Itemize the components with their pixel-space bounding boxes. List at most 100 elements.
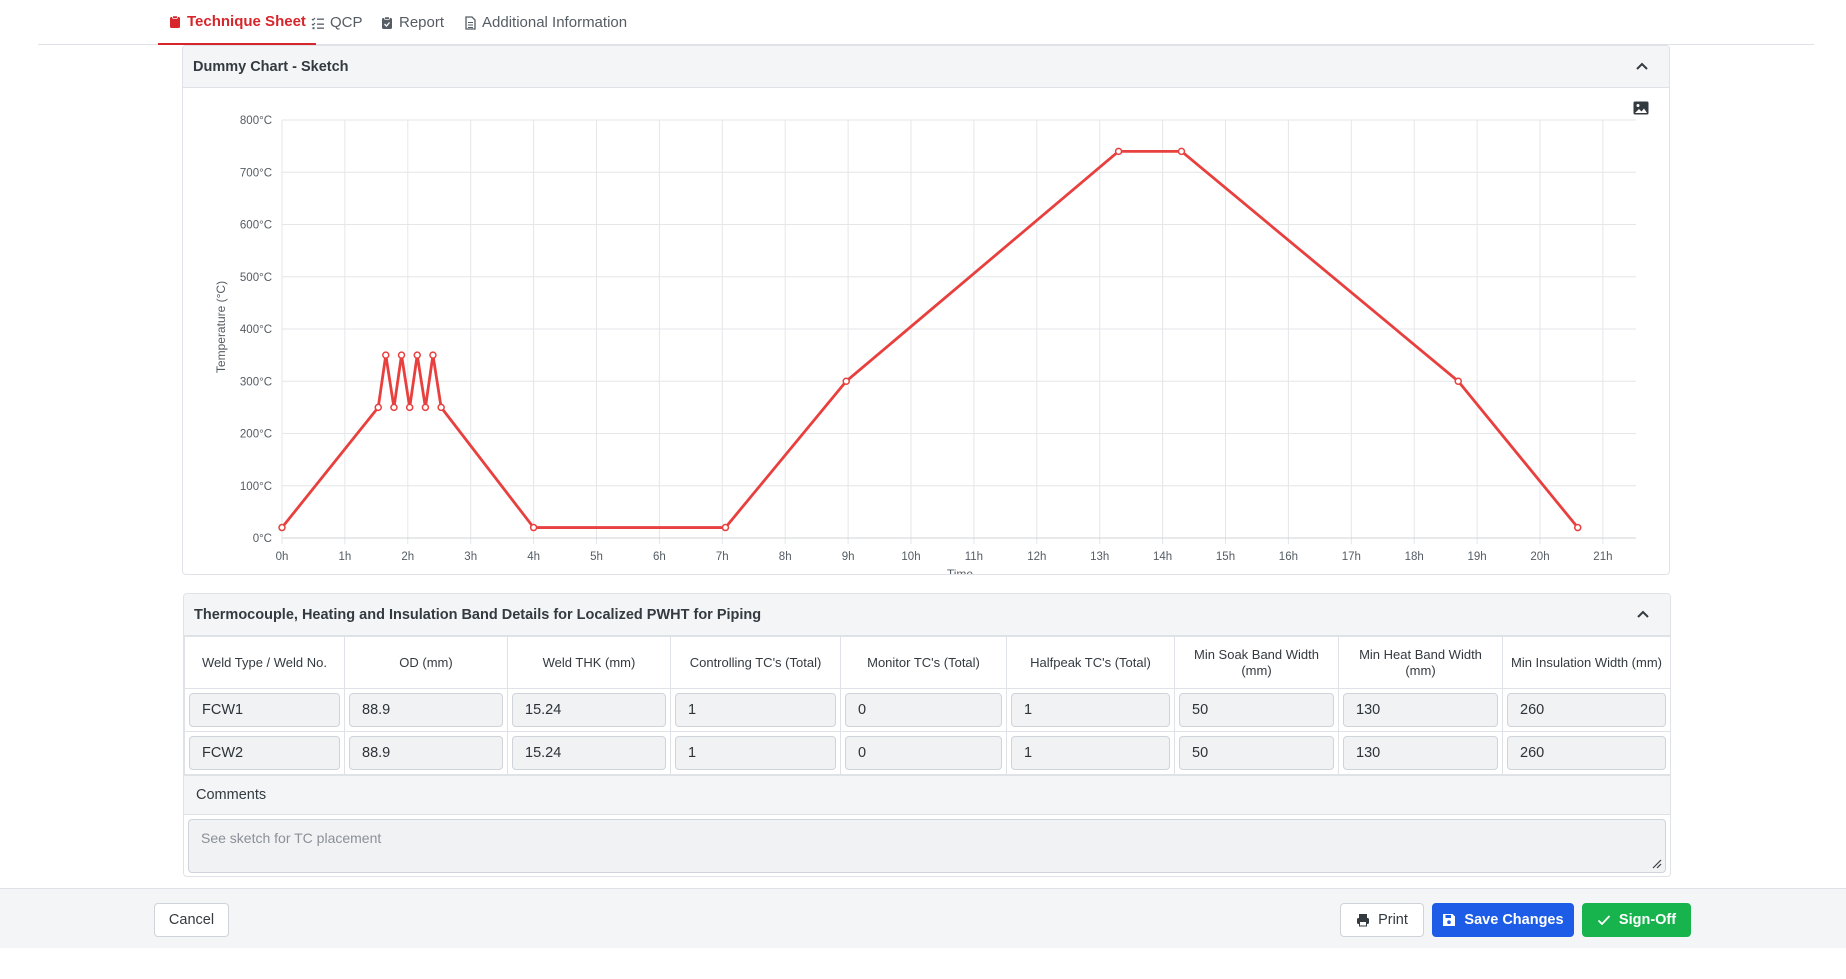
y-tick-label: 800°C bbox=[240, 115, 272, 127]
data-point bbox=[842, 377, 850, 385]
tab-label: Report bbox=[399, 14, 445, 31]
save-changes-button[interactable]: Save Changes bbox=[1432, 903, 1574, 937]
column-header: Min Soak Band Width (mm) bbox=[1174, 636, 1339, 689]
temperature-chart: 0°C 100°C 200°C 300°C 400°C 500°C 600°C 700°C 80… bbox=[214, 115, 1636, 574]
cancel-button[interactable]: Cancel bbox=[154, 903, 229, 937]
x-tick-label: 10h bbox=[901, 551, 920, 563]
comments-label: Comments bbox=[184, 775, 1670, 815]
x-tick-label: 18h bbox=[1405, 551, 1424, 563]
clipboard-check-icon bbox=[382, 15, 392, 29]
x-tick-label: 9h bbox=[842, 551, 855, 563]
x-tick-label: 5h bbox=[590, 551, 603, 563]
data-point bbox=[382, 351, 390, 359]
band-details-title: Thermocouple, Heating and Insulation Ban… bbox=[194, 606, 762, 623]
x-tick-label: 15h bbox=[1216, 551, 1235, 563]
insulation-width-input[interactable] bbox=[1507, 736, 1666, 770]
temperature-series-line bbox=[280, 149, 1579, 529]
band-details-header[interactable]: Thermocouple, Heating and Insulation Ban… bbox=[184, 594, 1670, 636]
column-header: Min Heat Band Width (mm) bbox=[1338, 636, 1503, 689]
table-header-row: Weld Type / Weld No. OD (mm) Weld THK (m… bbox=[184, 636, 1670, 689]
sign-off-button[interactable]: Sign-Off bbox=[1582, 903, 1691, 937]
comments-placeholder: See sketch for TC placement bbox=[201, 830, 382, 846]
chevron-up-icon[interactable] bbox=[1634, 606, 1652, 624]
od-input[interactable] bbox=[349, 693, 503, 727]
soak-band-input[interactable] bbox=[1179, 693, 1334, 727]
save-icon bbox=[1443, 914, 1456, 926]
chevron-up-icon[interactable] bbox=[1633, 58, 1651, 76]
x-tick-label: 2h bbox=[401, 551, 414, 563]
chart-card-title: Dummy Chart - Sketch bbox=[193, 58, 349, 75]
x-tick-label: 20h bbox=[1530, 551, 1549, 563]
x-tick-label: 7h bbox=[716, 551, 729, 563]
data-point bbox=[529, 523, 538, 532]
column-header: Weld THK (mm) bbox=[507, 636, 671, 689]
controlling-tc-input[interactable] bbox=[675, 693, 836, 727]
monitor-tc-input[interactable] bbox=[845, 736, 1002, 770]
x-tick-label: 6h bbox=[653, 551, 666, 563]
y-axis-label: Temperature (°C) bbox=[214, 281, 228, 373]
x-tick-label: 1h bbox=[339, 551, 352, 563]
soak-band-input[interactable] bbox=[1179, 736, 1334, 770]
weld-no-input[interactable] bbox=[189, 693, 340, 727]
x-tick-label: 17h bbox=[1342, 551, 1361, 563]
x-tick-label: 12h bbox=[1027, 551, 1046, 563]
resize-handle-icon[interactable] bbox=[1652, 859, 1662, 869]
print-button[interactable]: Print bbox=[1340, 903, 1424, 937]
halfpeak-tc-input[interactable] bbox=[1011, 736, 1170, 770]
tab-label: Additional Information bbox=[482, 14, 628, 31]
band-details-card: Thermocouple, Heating and Insulation Ban… bbox=[183, 593, 1671, 877]
data-point bbox=[413, 351, 421, 359]
y-tick-label: 500°C bbox=[240, 272, 272, 284]
od-input[interactable] bbox=[349, 736, 503, 770]
column-header: Min Insulation Width (mm) bbox=[1502, 636, 1670, 689]
list-check-icon bbox=[311, 17, 324, 29]
tab-additional-information[interactable]: Additional Information bbox=[453, 0, 637, 45]
y-tick-label: 300°C bbox=[240, 376, 272, 388]
monitor-tc-input[interactable] bbox=[845, 693, 1002, 727]
save-label: Save Changes bbox=[1464, 912, 1564, 928]
data-point bbox=[421, 403, 430, 412]
tab-bar: Technique Sheet QCP Report Additional In… bbox=[38, 0, 1814, 45]
y-tick-label: 0°C bbox=[253, 533, 272, 545]
heat-band-input[interactable] bbox=[1343, 693, 1498, 727]
x-tick-label: 13h bbox=[1090, 551, 1109, 563]
weld-thk-input[interactable] bbox=[512, 736, 666, 770]
x-tick-label: 4h bbox=[527, 551, 540, 563]
footer-bar: Cancel Print Save Changes Sign-Off bbox=[0, 888, 1846, 948]
tab-technique-sheet[interactable]: Technique Sheet bbox=[158, 0, 316, 45]
column-header: Controlling TC's (Total) bbox=[670, 636, 841, 689]
x-tick-label: 19h bbox=[1468, 551, 1487, 563]
weld-no-input[interactable] bbox=[189, 736, 340, 770]
data-point bbox=[1454, 377, 1462, 385]
chart-card-header[interactable]: Dummy Chart - Sketch bbox=[183, 46, 1669, 88]
halfpeak-tc-input[interactable] bbox=[1011, 693, 1170, 727]
data-point bbox=[374, 403, 382, 412]
check-icon bbox=[1597, 915, 1611, 926]
heat-band-input[interactable] bbox=[1343, 736, 1498, 770]
y-tick-label: 400°C bbox=[240, 324, 272, 336]
data-point bbox=[1573, 523, 1582, 532]
controlling-tc-input[interactable] bbox=[675, 736, 836, 770]
insulation-width-input[interactable] bbox=[1507, 693, 1666, 727]
column-header: Monitor TC's (Total) bbox=[840, 636, 1007, 689]
data-point bbox=[397, 351, 406, 359]
weld-thk-input[interactable] bbox=[512, 693, 666, 727]
tab-report[interactable]: Report bbox=[370, 0, 454, 45]
column-header: Halfpeak TC's (Total) bbox=[1006, 636, 1175, 689]
tab-label: Technique Sheet bbox=[187, 13, 306, 30]
data-point bbox=[405, 403, 414, 412]
x-tick-label: 16h bbox=[1279, 551, 1298, 563]
cancel-label: Cancel bbox=[168, 912, 215, 928]
data-point bbox=[437, 403, 445, 412]
file-text-icon bbox=[465, 15, 476, 30]
comments-textarea[interactable]: See sketch for TC placement bbox=[188, 819, 1666, 873]
table-row bbox=[184, 731, 1670, 775]
column-header: Weld Type / Weld No. bbox=[184, 636, 345, 689]
x-tick-label: 8h bbox=[779, 551, 792, 563]
print-label: Print bbox=[1378, 912, 1408, 928]
clipboard-icon bbox=[170, 14, 180, 28]
data-point bbox=[1114, 147, 1123, 156]
y-tick-label: 200°C bbox=[240, 429, 272, 441]
tab-qcp[interactable]: QCP bbox=[301, 0, 373, 45]
data-point bbox=[278, 523, 286, 532]
